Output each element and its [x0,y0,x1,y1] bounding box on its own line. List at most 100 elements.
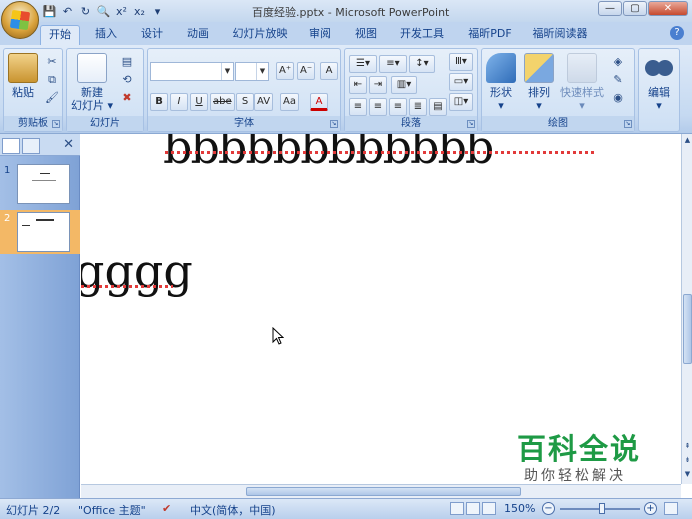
paste-button[interactable]: 粘贴 [8,53,38,99]
spellcheck-icon[interactable]: ✔ [162,502,171,515]
delete-slide-icon[interactable]: ✖ [119,91,135,105]
zoom-out-button[interactable]: − [542,502,555,515]
font-size-combo[interactable]: ▼ [235,62,269,81]
align-left-icon[interactable]: ≡ [349,98,367,116]
format-painter-icon[interactable]: 🖌 [44,91,60,105]
shape-effects-icon[interactable]: ◉ [610,91,626,105]
minimize-button[interactable]: — [598,1,622,16]
strikethrough-button[interactable]: abe [210,93,235,111]
smartart-icon[interactable]: ◫▾ [449,93,473,111]
zoom-slider-knob[interactable] [599,503,605,514]
slide-text-line2[interactable]: gggg [81,244,193,298]
tab-developer[interactable]: 开发工具 [394,25,450,45]
normal-view-icon[interactable] [450,502,464,515]
scroll-down-icon[interactable]: ▼ [682,470,692,481]
line-spacing-icon[interactable]: ↕▾ [409,55,435,73]
italic-button[interactable]: I [170,93,188,111]
grow-font-button[interactable]: A⁺ [276,62,295,80]
tab-review[interactable]: 审阅 [302,25,338,45]
panel-tabs: ✕ [0,134,80,156]
horizontal-scroll-thumb[interactable] [246,487,521,496]
language-indicator[interactable]: 中文(简体，中国) [190,502,276,518]
undo-icon[interactable]: ↶ [60,4,75,19]
char-spacing-button[interactable]: AV [254,93,274,111]
zoom-level[interactable]: 150% [504,502,535,515]
increase-indent-icon[interactable]: ⇥ [369,76,387,94]
help-icon[interactable]: ? [670,26,684,40]
editing-button[interactable]: 编辑 ▾ [644,53,674,112]
slide-number: 2 [4,213,11,224]
quick-access-toolbar: 💾 ↶ ↻ 🔍 x² x₂ ▾ [42,3,165,19]
align-text-icon[interactable]: ▭▾ [449,73,473,91]
shapes-button[interactable]: 形状 ▾ [486,53,516,112]
font-color-button[interactable]: A [310,93,328,111]
shrink-font-button[interactable]: A⁻ [297,62,316,80]
slides-tab-icon[interactable] [2,138,20,154]
slide-text-line1[interactable]: bbbbbbbbbbbb [163,134,494,174]
align-center-icon[interactable]: ≡ [369,98,387,116]
paragraph-launcher-icon[interactable]: ↘ [467,120,475,128]
office-button[interactable] [1,1,39,39]
slideshow-icon[interactable] [482,502,496,515]
drawing-launcher-icon[interactable]: ↘ [624,120,632,128]
distribute-icon[interactable]: ▤ [429,98,447,116]
slide-sorter-icon[interactable] [466,502,480,515]
font-name-combo[interactable]: ▼ [150,62,234,81]
clear-format-button[interactable]: A [320,62,338,80]
columns-icon[interactable]: ▥▾ [391,76,417,94]
tab-slideshow[interactable]: 幻灯片放映 [228,25,292,45]
layout-icon[interactable]: ▤ [119,55,135,69]
outline-tab-icon[interactable] [22,138,40,154]
fit-to-window-icon[interactable] [664,502,678,515]
slide-thumbnail[interactable] [17,212,70,252]
new-slide-button[interactable]: 新建 幻灯片 ▾ [71,53,113,112]
copy-icon[interactable]: ⧉ [44,73,60,87]
shape-outline-icon[interactable]: ✎ [610,73,626,87]
save-icon[interactable]: 💾 [42,4,57,19]
reset-icon[interactable]: ⟲ [119,73,135,87]
underline-button[interactable]: U [190,93,208,111]
horizontal-scrollbar[interactable] [81,484,681,498]
slide-thumbnail[interactable] [17,164,70,204]
scroll-up-icon[interactable]: ▲ [682,136,692,147]
change-case-button[interactable]: Aa [280,93,299,111]
tab-insert[interactable]: 插入 [88,25,124,45]
close-icon[interactable]: ✕ [63,137,74,152]
cut-icon[interactable]: ✂ [44,55,60,69]
arrange-button[interactable]: 排列 ▾ [524,53,554,112]
tab-design[interactable]: 设计 [134,25,170,45]
slide-thumbnail-row[interactable]: 1 [0,162,80,206]
previous-slide-icon[interactable]: ⇞ [682,442,692,453]
tab-foxit-reader[interactable]: 福昕阅读器 [528,25,592,45]
print-preview-icon[interactable]: 🔍 [96,4,111,19]
tab-home[interactable]: 开始 [40,25,80,45]
font-launcher-icon[interactable]: ↘ [330,120,338,128]
zoom-in-button[interactable]: + [644,502,657,515]
shape-fill-icon[interactable]: ◈ [610,55,626,69]
close-button[interactable]: ✕ [648,1,688,16]
justify-icon[interactable]: ≣ [409,98,427,116]
subscript-icon[interactable]: x₂ [132,4,147,19]
numbering-icon[interactable]: ≡▾ [379,55,407,73]
align-right-icon[interactable]: ≡ [389,98,407,116]
bullets-icon[interactable]: ☰▾ [349,55,377,73]
tab-view[interactable]: 视图 [348,25,384,45]
text-direction-icon[interactable]: Ⅲ▾ [449,53,473,71]
slide-thumbnail-row-selected[interactable]: 2 [0,210,80,254]
decrease-indent-icon[interactable]: ⇤ [349,76,367,94]
bold-button[interactable]: B [150,93,168,111]
maximize-button[interactable]: ▢ [623,1,647,16]
customize-qat-icon[interactable]: ▾ [150,4,165,19]
next-slide-icon[interactable]: ⇟ [682,456,692,467]
new-slide-label: 新建 幻灯片 ▾ [71,86,114,112]
vertical-scroll-thumb[interactable] [683,294,692,364]
redo-icon[interactable]: ↻ [78,4,93,19]
quick-styles-button[interactable]: 快速样式 ▾ [560,53,604,112]
vertical-scrollbar[interactable]: ▲ ⇞ ⇟ ▼ [681,134,692,484]
tab-animations[interactable]: 动画 [180,25,216,45]
clipboard-launcher-icon[interactable]: ↘ [52,120,60,128]
tab-foxit-pdf[interactable]: 福昕PDF [460,25,520,45]
watermark-title: 百科全说 [517,432,642,466]
shadow-button[interactable]: S [236,93,254,111]
superscript-icon[interactable]: x² [114,4,129,19]
